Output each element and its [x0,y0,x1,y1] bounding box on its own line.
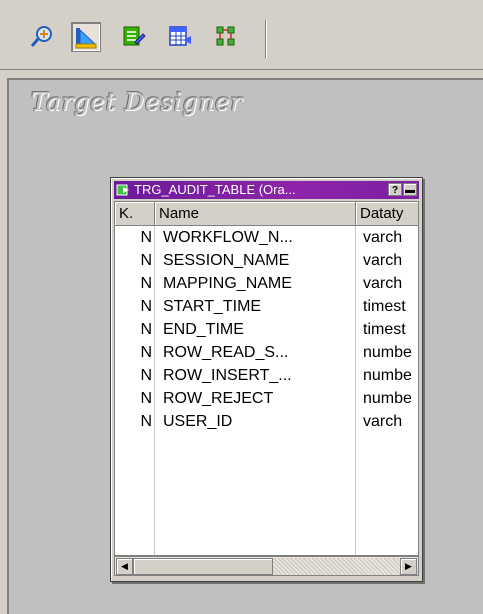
edit-table-icon[interactable] [119,22,149,52]
key-type-cell: N [140,321,152,338]
column-name-cell: USER_ID [163,413,233,430]
column-name-cell: START_TIME [163,298,262,315]
column-header-key[interactable]: K. [115,202,155,226]
horizontal-scrollbar[interactable]: ◀ ▶ [114,556,419,576]
column-name-cell: WORKFLOW_N... [163,229,293,246]
empty-row[interactable] [115,502,418,525]
key-type-cell: N [140,298,152,315]
datatype-cell: varch [363,413,403,430]
datatype-cell: numbe [363,390,412,407]
table-icon [116,183,130,197]
table-window-title: TRG_AUDIT_TABLE (Ora... [134,182,296,197]
empty-row[interactable] [115,479,418,502]
datatype-cell: timest [363,321,406,338]
target-designer-workspace[interactable]: Target Designer TRG_AUDIT_TABLE (Ora... … [7,78,483,614]
minimize-button[interactable]: ▬ [403,183,417,196]
help-button[interactable]: ? [388,183,402,196]
scroll-right-button[interactable]: ▶ [400,558,417,575]
datatype-cell: varch [363,252,403,269]
table-row[interactable]: N END_TIME timest [115,318,418,341]
datatype-cell: timest [363,298,406,315]
table-row[interactable]: N USER_ID varch [115,410,418,433]
toolbar-separator [265,20,267,58]
scroll-track[interactable] [273,558,400,575]
column-header-name[interactable]: Name [155,202,356,226]
column-name-cell: SESSION_NAME [163,252,290,269]
table-row[interactable]: N SESSION_NAME varch [115,249,418,272]
scroll-left-button[interactable]: ◀ [116,558,133,575]
columns-grid[interactable]: K. Name Dataty N WORKFLOW_N... varch N SESSI… [114,201,419,556]
empty-row[interactable] [115,456,418,479]
target-designer-icon[interactable] [71,22,101,52]
key-type-cell: N [140,275,152,292]
key-type-cell: N [140,252,152,269]
grid-header: K. Name Dataty [115,202,418,226]
table-row[interactable]: N ROW_INSERT_... numbe [115,364,418,387]
key-type-cell: N [140,390,152,407]
column-name-cell: ROW_REJECT [163,390,274,407]
key-type-cell: N [140,229,152,246]
datatype-cell: numbe [363,344,412,361]
workspace-title: Target Designer [31,88,243,116]
column-name-cell: ROW_READ_S... [163,344,289,361]
hierarchy-icon[interactable] [211,22,241,52]
scroll-thumb[interactable] [133,558,273,575]
column-name-cell: END_TIME [163,321,244,338]
main-toolbar [0,0,483,70]
grid-rows: N WORKFLOW_N... varch N SESSION_NAME varch N MA… [115,226,418,525]
key-type-cell: N [140,367,152,384]
column-header-datatype[interactable]: Dataty [356,202,418,226]
datatype-cell: numbe [363,367,412,384]
table-window[interactable]: TRG_AUDIT_TABLE (Ora... ? ▬ K. Name Data… [110,177,423,582]
column-name-cell: MAPPING_NAME [163,275,292,292]
table-row[interactable]: N ROW_READ_S... numbe [115,341,418,364]
key-type-cell: N [140,344,152,361]
table-row[interactable]: N START_TIME timest [115,295,418,318]
table-row[interactable]: N ROW_REJECT numbe [115,387,418,410]
column-name-cell: ROW_INSERT_... [163,367,292,384]
key-type-cell: N [140,413,152,430]
empty-row[interactable] [115,433,418,456]
datatype-cell: varch [363,275,403,292]
table-grid-icon[interactable] [165,22,195,52]
find-icon[interactable] [27,22,57,52]
datatype-cell: varch [363,229,403,246]
table-row[interactable]: N MAPPING_NAME varch [115,272,418,295]
table-row[interactable]: N WORKFLOW_N... varch [115,226,418,249]
table-window-titlebar[interactable]: TRG_AUDIT_TABLE (Ora... ? ▬ [114,181,419,199]
